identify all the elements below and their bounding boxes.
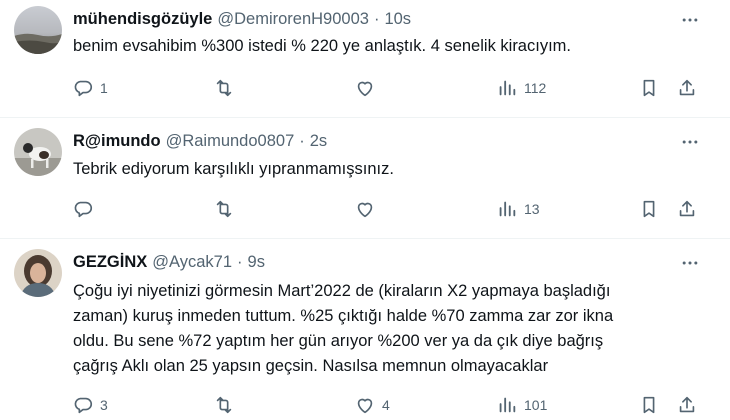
views-count: 101 <box>524 397 548 413</box>
display-name[interactable]: R@imundo <box>73 132 161 151</box>
reply-button[interactable]: 1 <box>72 73 108 103</box>
views-chart-icon <box>499 201 516 217</box>
share-icon <box>679 79 695 96</box>
retweet-icon <box>216 79 232 97</box>
avatar[interactable] <box>14 249 62 297</box>
avatar[interactable] <box>14 6 62 54</box>
display-name[interactable]: mühendisgözüyle <box>73 10 212 29</box>
tweet-header: R@imundo @Raimundo0807 · 2s <box>73 130 327 152</box>
timestamp[interactable]: 9s <box>248 253 265 272</box>
tweet-header: mühendisgözüyle @DemirorenH90003 · 10s <box>73 8 411 30</box>
action-bar: 1 112 <box>60 73 720 103</box>
separator-dot: · <box>237 252 243 271</box>
views-count: 13 <box>524 201 540 217</box>
more-options-button[interactable] <box>678 9 702 31</box>
bookmark-icon <box>643 79 655 97</box>
avatar-goat-image <box>14 128 62 176</box>
tweet-1[interactable]: mühendisgözüyle @DemirorenH90003 · 10s b… <box>0 0 730 116</box>
views-chart-icon <box>499 397 516 413</box>
tweet-text: Tebrik ediyorum karşılıklı yıpranmamışsı… <box>73 160 394 178</box>
views-button[interactable]: 112 <box>496 73 546 103</box>
bookmark-button[interactable] <box>638 73 660 103</box>
views-button[interactable]: 13 <box>496 194 540 224</box>
reply-count: 1 <box>100 80 108 96</box>
timestamp[interactable]: 10s <box>384 10 411 29</box>
reply-count: 3 <box>100 397 108 413</box>
heart-icon <box>357 398 373 414</box>
bookmark-icon <box>643 396 655 414</box>
retweet-icon <box>216 396 232 414</box>
more-options-button[interactable] <box>678 131 702 153</box>
views-button[interactable]: 101 <box>496 390 547 420</box>
like-count: 4 <box>382 397 390 413</box>
avatar-landscape-image <box>14 6 62 54</box>
separator-dot: · <box>299 131 305 150</box>
action-bar: 13 <box>60 194 720 224</box>
more-horizontal-icon <box>682 140 698 144</box>
user-handle[interactable]: @DemirorenH90003 <box>217 10 369 29</box>
avatar[interactable] <box>14 128 62 176</box>
share-button[interactable] <box>676 73 698 103</box>
display-name[interactable]: GEZGİNX <box>73 253 147 272</box>
retweet-button[interactable] <box>213 194 241 224</box>
like-button[interactable] <box>354 194 382 224</box>
tweet-text-line: çağrış Aklı olan 25 yapsın geçsin. Nasıl… <box>73 357 549 375</box>
reply-icon <box>74 80 92 97</box>
more-horizontal-icon <box>682 18 698 22</box>
tweet-text: benim evsahibim %300 istedi % 220 ye anl… <box>73 37 571 55</box>
tweet-header: GEZGİNX @Aycak71 · 9s <box>73 251 265 273</box>
bookmark-button[interactable] <box>638 390 660 420</box>
tweet-3[interactable]: GEZGİNX @Aycak71 · 9s Çoğu iyi niyetiniz… <box>0 239 730 420</box>
avatar-portrait-image <box>14 249 62 297</box>
tweet-text-line: Çoğu iyi niyetinizi görmesin Mart’2022 d… <box>73 282 611 300</box>
reply-icon <box>74 201 92 218</box>
views-chart-icon <box>499 80 516 96</box>
tweet-text-line: zaman) kuruş inmeden tuttum. %25 çıktığı… <box>73 307 614 325</box>
tweet-text-line: oldu. Bu sene %72 yaptım her gün arıyor … <box>73 332 604 350</box>
tweet-2[interactable]: R@imundo @Raimundo0807 · 2s Tebrik ediyo… <box>0 118 730 238</box>
bookmark-icon <box>643 200 655 218</box>
reply-icon <box>74 397 92 414</box>
user-handle[interactable]: @Raimundo0807 <box>166 132 295 151</box>
reply-button[interactable] <box>72 194 100 224</box>
retweet-button[interactable] <box>213 390 241 420</box>
tweet-text: Çoğu iyi niyetinizi görmesin Mart’2022 d… <box>73 279 713 379</box>
views-count: 112 <box>524 80 547 96</box>
retweet-icon <box>216 200 232 218</box>
timestamp[interactable]: 2s <box>310 132 327 151</box>
bookmark-button[interactable] <box>638 194 660 224</box>
separator-dot: · <box>373 9 380 28</box>
like-button[interactable] <box>354 73 382 103</box>
retweet-button[interactable] <box>213 73 241 103</box>
user-handle[interactable]: @Aycak71 <box>152 253 232 272</box>
like-button[interactable]: 4 <box>354 390 390 420</box>
heart-icon <box>357 202 373 218</box>
more-options-button[interactable] <box>678 252 702 274</box>
share-icon <box>679 396 695 413</box>
reply-button[interactable]: 3 <box>72 390 108 420</box>
action-bar: 3 4 101 <box>60 390 720 420</box>
share-icon <box>679 200 695 217</box>
heart-icon <box>357 81 373 97</box>
more-horizontal-icon <box>682 261 698 265</box>
share-button[interactable] <box>676 194 698 224</box>
share-button[interactable] <box>676 390 698 420</box>
